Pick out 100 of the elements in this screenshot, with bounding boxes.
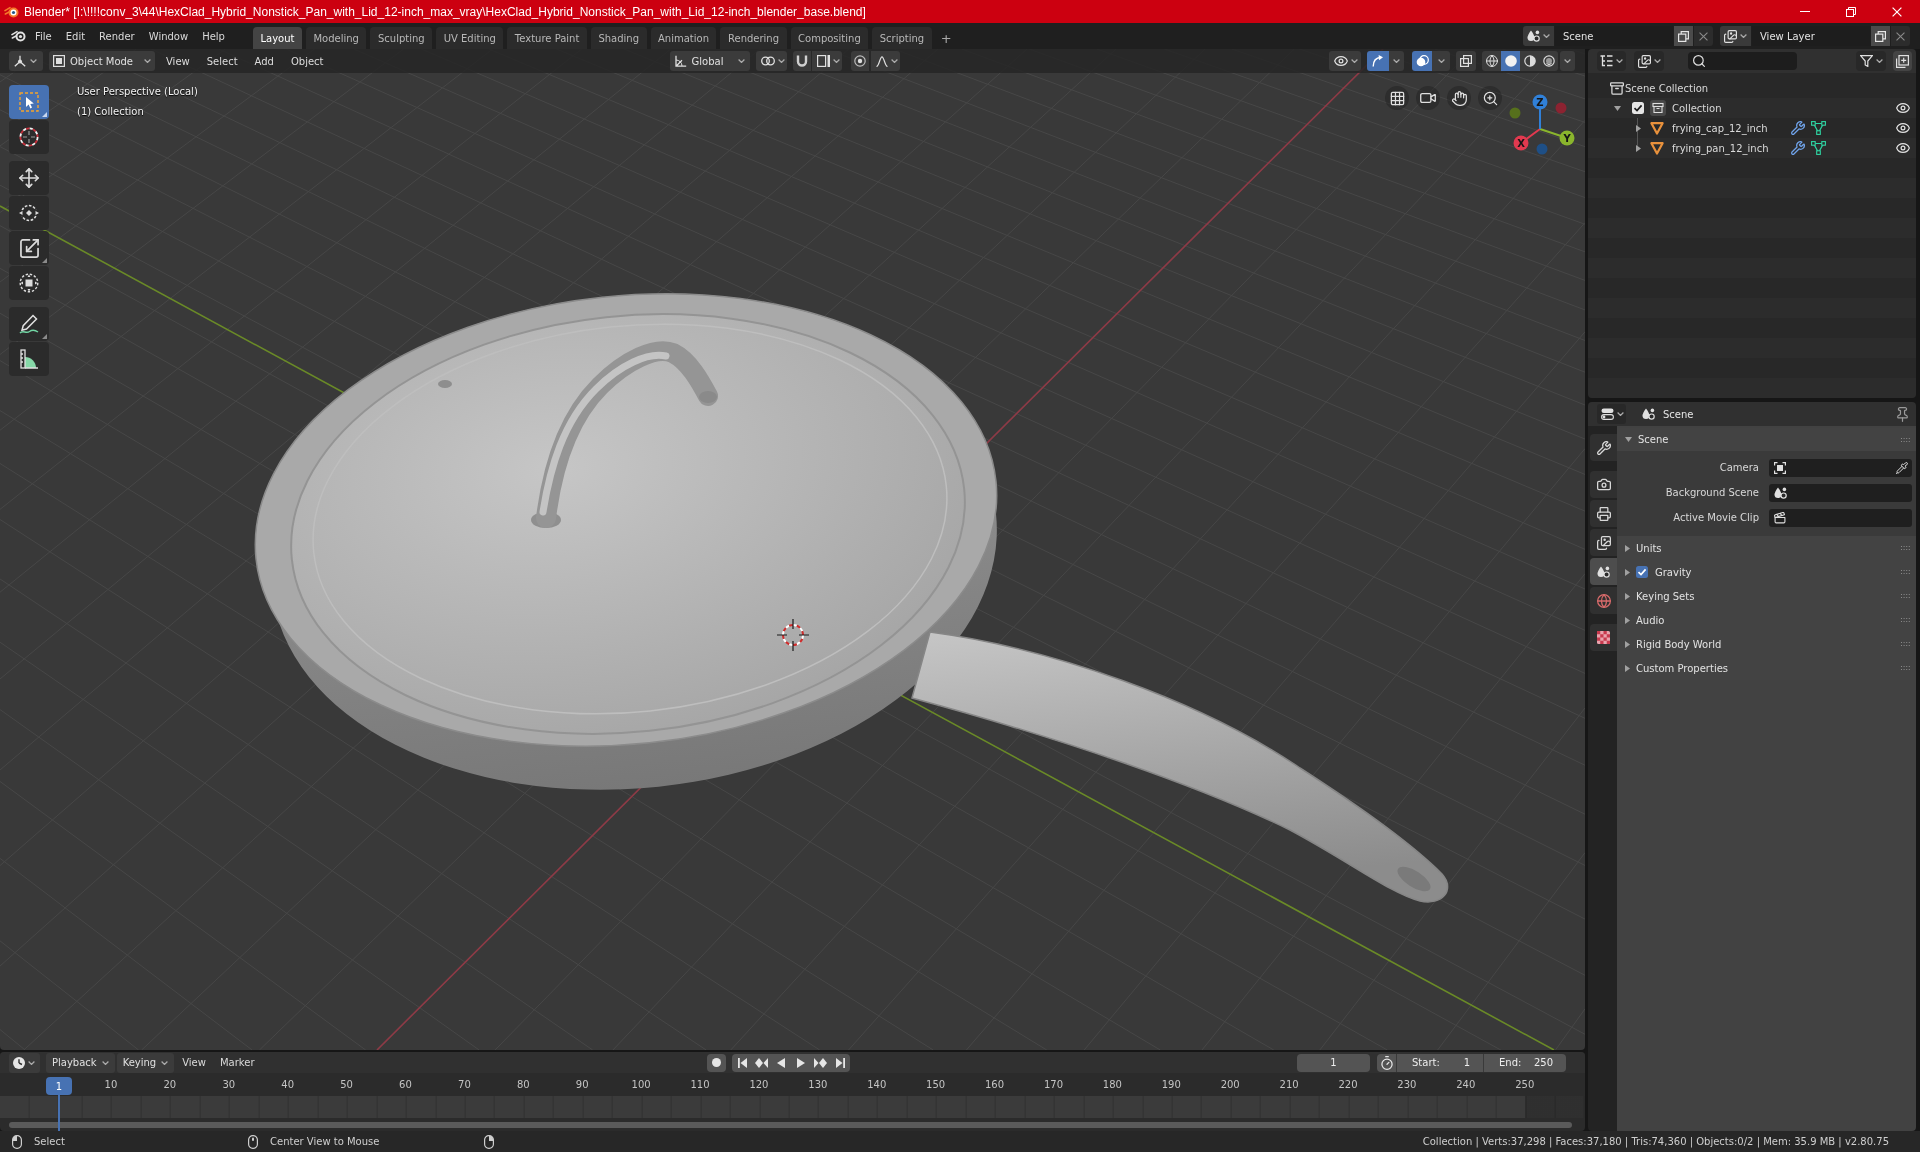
snap-toggle[interactable] [792, 51, 811, 71]
tool-button[interactable] [9, 231, 49, 265]
overlay-toggle[interactable] [1412, 51, 1432, 71]
menu-item[interactable]: Edit [58, 26, 93, 46]
disclosure-triangle-icon[interactable] [1625, 616, 1630, 624]
scene-browse-button[interactable] [1523, 26, 1554, 46]
menu-item[interactable]: File [28, 26, 59, 46]
axis-handle[interactable]: Y [1539, 128, 1575, 146]
play-reverse-button[interactable] [771, 1053, 792, 1072]
tool-button[interactable] [9, 85, 49, 119]
tool-button[interactable] [9, 196, 49, 230]
proportional-editing-toggle[interactable] [850, 51, 869, 71]
workspace-tab[interactable]: Scripting [872, 27, 932, 49]
workspace-tab[interactable]: Compositing [790, 27, 869, 49]
workspace-tab[interactable]: Shading [590, 27, 647, 49]
new-scene-button[interactable] [1674, 26, 1693, 46]
tool-button[interactable] [9, 307, 49, 341]
orientation-dropdown[interactable]: Global [669, 51, 750, 71]
new-collection-button[interactable] [1893, 51, 1912, 71]
jump-end-button[interactable] [830, 1053, 851, 1072]
remove-scene-button[interactable] [1694, 26, 1713, 46]
menu-item[interactable]: Add [248, 51, 280, 71]
properties-tab[interactable] [1590, 529, 1617, 556]
checkbox[interactable] [1636, 566, 1648, 578]
disclosure-triangle-icon[interactable] [1635, 124, 1641, 132]
menu-item[interactable]: Help [195, 26, 232, 46]
current-frame-badge[interactable]: 1 [46, 1077, 72, 1095]
disclosure-triangle-icon[interactable] [1625, 640, 1630, 648]
disclosure-triangle-icon[interactable] [1625, 592, 1630, 600]
shading-mode-button[interactable] [1501, 51, 1520, 71]
properties-tab[interactable] [1590, 558, 1617, 585]
id-field[interactable] [1769, 509, 1912, 527]
play-button[interactable] [791, 1053, 811, 1072]
tool-button[interactable] [9, 342, 49, 376]
menu-item[interactable]: Render [92, 26, 142, 46]
shading-mode-button[interactable] [1539, 51, 1558, 71]
properties-tab[interactable] [1590, 471, 1617, 498]
disclosure-triangle-icon[interactable] [1625, 437, 1632, 442]
editor-type-button[interactable] [1597, 51, 1626, 71]
properties-tab[interactable] [1590, 500, 1617, 527]
properties-tab[interactable] [1590, 587, 1617, 614]
visibility-dropdown[interactable] [1329, 51, 1361, 71]
id-field[interactable] [1769, 484, 1912, 502]
properties-tab[interactable] [1590, 434, 1617, 461]
view-layer-browse-button[interactable] [1720, 26, 1751, 46]
negative-axis-handle[interactable] [1536, 143, 1548, 155]
add-workspace-button[interactable]: + [935, 27, 957, 49]
tool-button[interactable] [9, 161, 49, 195]
menu-item[interactable]: Select [200, 51, 244, 71]
disclosure-triangle-icon[interactable] [1613, 105, 1621, 111]
tool-button[interactable] [9, 120, 49, 154]
workspace-tab[interactable]: Sculpting [370, 27, 433, 49]
axis-handle[interactable]: X [1513, 128, 1541, 151]
workspace-tab[interactable]: Animation [650, 27, 717, 49]
menu-dropdown[interactable]: Keying [116, 1052, 175, 1073]
workspace-tab[interactable]: Layout [252, 27, 302, 49]
workspace-tab[interactable]: Modeling [305, 27, 367, 49]
disclosure-triangle-icon[interactable] [1635, 144, 1641, 152]
new-view-layer-button[interactable] [1871, 26, 1890, 46]
menu-item[interactable]: Window [141, 26, 196, 46]
checkbox[interactable] [1632, 102, 1644, 114]
workspace-tab[interactable]: Texture Paint [507, 27, 587, 49]
disclosure-triangle-icon[interactable] [1625, 664, 1630, 672]
properties-tab[interactable] [1590, 624, 1617, 651]
pan-view-button[interactable] [1447, 86, 1471, 110]
stopwatch-button[interactable] [1377, 1053, 1396, 1072]
start-frame-field[interactable]: Start: 1 [1396, 1053, 1483, 1072]
gizmo-menu-button[interactable] [1389, 51, 1404, 71]
axis-handle[interactable]: Z [1532, 94, 1548, 130]
camera-view-button[interactable] [1416, 86, 1440, 110]
jump-start-button[interactable] [732, 1053, 752, 1072]
gizmo-toggle[interactable] [1367, 51, 1389, 71]
falloff-dropdown[interactable] [870, 51, 900, 71]
menu-item[interactable]: Marker [213, 1052, 261, 1073]
xray-toggle[interactable] [1456, 51, 1476, 71]
disclosure-triangle-icon[interactable] [1625, 544, 1630, 552]
snap-target-dropdown[interactable] [811, 51, 842, 71]
id-field[interactable] [1769, 459, 1912, 477]
auto-keying-button[interactable] [707, 1053, 727, 1072]
horizontal-scrollbar[interactable] [9, 1121, 1572, 1128]
remove-view-layer-button[interactable] [1891, 26, 1910, 46]
menu-item[interactable]: View [160, 51, 196, 71]
shading-mode-button[interactable] [1482, 51, 1501, 71]
end-frame-field[interactable]: End: 250 [1483, 1053, 1566, 1072]
workspace-tab[interactable]: Rendering [720, 27, 787, 49]
mode-dropdown[interactable]: Object Mode [49, 51, 155, 71]
3d-viewport[interactable]: Object Mode View Select Add Object Global User Perspective (Local) (1) Collection X Y Z [0, 49, 1585, 1050]
menu-dropdown[interactable]: Playback [46, 1052, 115, 1073]
editor-type-button[interactable] [9, 51, 43, 71]
current-frame-field[interactable]: 1 [1297, 1053, 1370, 1072]
perspective-toggle-button[interactable] [1385, 86, 1409, 110]
overlay-menu-button[interactable] [1432, 51, 1450, 71]
menu-item[interactable]: View [176, 1052, 212, 1073]
workspace-tab[interactable]: UV Editing [436, 27, 504, 49]
negative-axis-handle[interactable] [1509, 107, 1521, 119]
shading-mode-button[interactable] [1520, 51, 1539, 71]
filter-button[interactable] [1856, 51, 1886, 71]
search-field[interactable] [1688, 52, 1797, 70]
zoom-view-button[interactable] [1478, 86, 1502, 110]
pan-lid-drawing[interactable] [290, 313, 966, 735]
